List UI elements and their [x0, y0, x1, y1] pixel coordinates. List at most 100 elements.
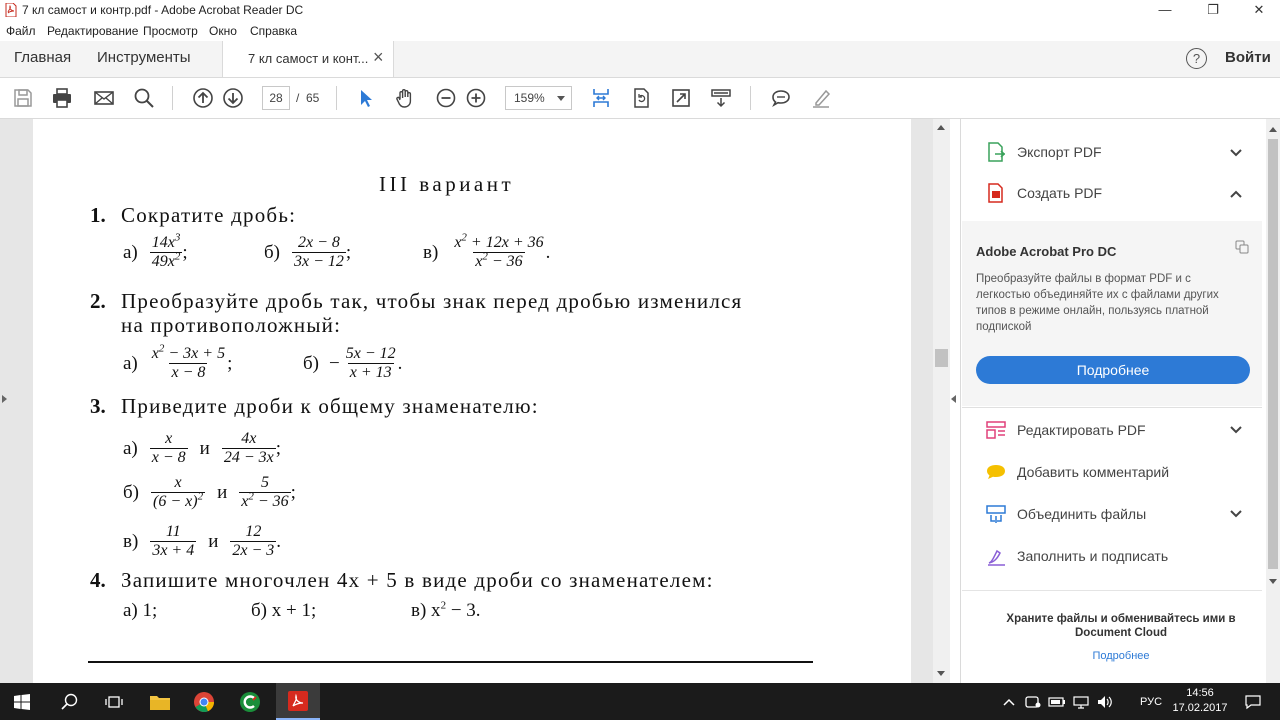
scroll-thumb[interactable]	[1268, 139, 1278, 569]
clock-date: 17.02.2017	[1172, 702, 1228, 714]
title-bar: 7 кл самост и контр.pdf - Adobe Acrobat …	[0, 0, 1280, 21]
page-number-input[interactable]: 28	[262, 86, 290, 110]
windows-start-icon[interactable]	[0, 683, 44, 720]
promo-dismiss-icon[interactable]	[1235, 240, 1249, 254]
menu-window[interactable]: Окно	[209, 24, 237, 38]
scroll-up-icon[interactable]	[1269, 127, 1277, 132]
hand-tool-icon[interactable]	[392, 85, 418, 111]
toolbar: 28 / 65 159%	[0, 78, 1280, 119]
scroll-down-icon[interactable]	[1269, 579, 1277, 584]
tab-close-button[interactable]: ×	[373, 47, 384, 68]
fraction: 5x − 12 x + 13	[345, 345, 396, 381]
menu-edit[interactable]: Редактирование	[47, 24, 138, 38]
tab-home[interactable]: Главная	[14, 49, 71, 66]
q1-option-a: а) 14x3 49x2 ;	[123, 231, 188, 270]
full-screen-icon[interactable]	[668, 85, 694, 111]
collapse-right-panel-icon[interactable]	[951, 395, 956, 403]
menu-help[interactable]: Справка	[250, 24, 297, 38]
fill-sign-label: Заполнить и подписать	[1017, 548, 1169, 564]
tab-document[interactable]: 7 кл самост и конт... ×	[222, 41, 394, 77]
create-pdf-tool[interactable]: Создать PDF	[984, 179, 1102, 207]
close-window-button[interactable]: ✕	[1236, 0, 1280, 21]
menu-view[interactable]: Просмотр	[143, 24, 198, 38]
question-text: Сократите дробь:	[121, 203, 297, 227]
scroll-thumb[interactable]	[935, 349, 948, 367]
question-number: 4.	[90, 568, 106, 592]
fraction: x2 − 3x + 5x − 8	[151, 342, 226, 381]
chevron-up-icon[interactable]	[1228, 186, 1244, 202]
comment-icon[interactable]	[768, 85, 794, 111]
q4-option-b: б) x + 1;	[251, 600, 317, 621]
scroll-mode-icon[interactable]	[708, 85, 734, 111]
combine-files-label: Объединить файлы	[1017, 506, 1147, 522]
option-label: б)	[123, 481, 139, 503]
ccleaner-icon[interactable]	[230, 683, 270, 720]
option-label: в)	[423, 241, 439, 263]
highlight-pen-icon[interactable]	[808, 85, 834, 111]
option-label: а)	[123, 352, 138, 374]
scroll-up-icon[interactable]	[937, 125, 945, 130]
volume-icon[interactable]	[1094, 683, 1116, 720]
zoom-in-icon[interactable]	[463, 85, 489, 111]
fit-page-icon[interactable]	[588, 85, 614, 111]
panel-scrollbar[interactable]	[1266, 119, 1280, 683]
clock[interactable]: 14:56 17.02.2017	[1172, 686, 1228, 716]
fill-sign-tool[interactable]: Заполнить и подписать	[984, 542, 1168, 570]
battery-icon[interactable]	[1046, 683, 1068, 720]
menu-file[interactable]: Файл	[6, 24, 36, 38]
cloud-more-link[interactable]: Подробнее	[1060, 650, 1182, 662]
minimize-button[interactable]: —	[1142, 0, 1188, 21]
chevron-down-icon[interactable]	[1228, 145, 1244, 161]
next-page-icon[interactable]	[220, 85, 246, 111]
add-comment-label: Добавить комментарий	[1017, 464, 1170, 480]
signature-pen-icon	[984, 544, 1008, 568]
fraction: x2 + 12x + 36 x2 − 36	[454, 231, 544, 270]
rotate-icon[interactable]	[628, 85, 654, 111]
search-icon[interactable]	[131, 85, 157, 111]
fraction: 11 3x + 4	[150, 523, 197, 559]
chevron-up-icon[interactable]	[1000, 683, 1018, 720]
option-label: а)	[123, 437, 138, 459]
save-icon[interactable]	[10, 85, 36, 111]
tab-bar: Главная Инструменты 7 кл самост и конт..…	[0, 41, 1280, 78]
toolbar-divider	[172, 86, 173, 110]
panel-divider	[962, 407, 1262, 408]
language-indicator[interactable]: РУС	[1136, 683, 1166, 720]
file-explorer-icon[interactable]	[140, 683, 180, 720]
previous-page-icon[interactable]	[190, 85, 216, 111]
cloud-text: Храните файлы и обменивайтесь ими в Docu…	[1006, 613, 1236, 639]
help-icon[interactable]: ?	[1186, 48, 1207, 69]
login-button[interactable]: Войти	[1225, 49, 1271, 66]
promo-text: Преобразуйте файлы в формат PDF и с легк…	[976, 273, 1219, 333]
maximize-button[interactable]: ❐	[1190, 0, 1236, 21]
notifications-icon[interactable]	[1238, 683, 1268, 720]
tray-app-icon[interactable]	[1022, 683, 1044, 720]
create-pdf-icon	[984, 181, 1008, 205]
export-pdf-label: Экспорт PDF	[1017, 144, 1102, 160]
edit-pdf-tool[interactable]: Редактировать PDF	[984, 416, 1146, 444]
export-pdf-tool[interactable]: Экспорт PDF	[984, 138, 1102, 166]
tab-tools[interactable]: Инструменты	[97, 49, 191, 66]
combine-files-icon	[984, 502, 1008, 526]
print-icon[interactable]	[49, 85, 75, 111]
scroll-down-icon[interactable]	[937, 671, 945, 676]
chrome-icon[interactable]	[184, 683, 224, 720]
task-view-icon[interactable]	[92, 683, 136, 720]
email-icon[interactable]	[91, 85, 117, 111]
combine-files-tool[interactable]: Объединить файлы	[984, 500, 1146, 528]
search-icon[interactable]	[48, 683, 92, 720]
tab-document-label: 7 кл самост и конт...	[248, 51, 369, 66]
document-scrollbar[interactable]	[933, 119, 950, 683]
acrobat-taskbar-icon[interactable]	[276, 683, 320, 720]
add-comment-tool[interactable]: Добавить комментарий	[984, 458, 1169, 486]
chevron-down-icon[interactable]	[1228, 506, 1244, 522]
select-cursor-icon[interactable]	[352, 85, 378, 111]
zoom-out-icon[interactable]	[433, 85, 459, 111]
chevron-down-icon[interactable]	[1228, 422, 1244, 438]
q3-option-a: а) xx − 8 и 4x 24 − 3x ;	[123, 430, 282, 466]
expand-left-panel-icon[interactable]	[2, 395, 7, 403]
network-icon[interactable]	[1070, 683, 1092, 720]
clock-time: 14:56	[1186, 687, 1214, 699]
promo-more-button[interactable]: Подробнее	[976, 356, 1250, 384]
zoom-select[interactable]: 159%	[505, 86, 572, 110]
